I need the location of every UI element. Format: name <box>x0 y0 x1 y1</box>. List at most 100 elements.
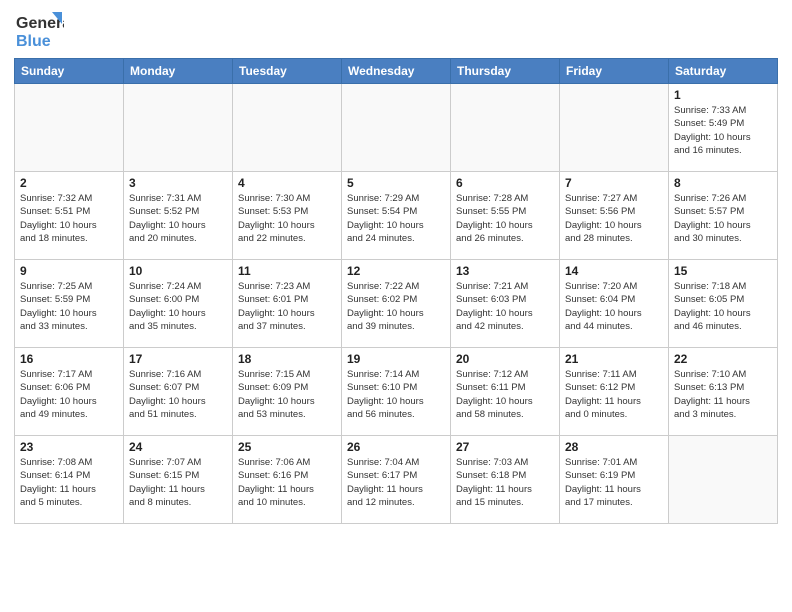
day-cell: 8Sunrise: 7:26 AM Sunset: 5:57 PM Daylig… <box>669 172 778 260</box>
day-header-wednesday: Wednesday <box>342 59 451 84</box>
day-header-friday: Friday <box>560 59 669 84</box>
day-cell: 2 Sunrise: 7:32 AM Sunset: 5:51 PM Daylig… <box>15 172 124 260</box>
day-number: 20 <box>456 352 554 366</box>
day-number: 28 <box>565 440 663 454</box>
day-info: Sunrise: 7:11 AM Sunset: 6:12 PM Dayligh… <box>565 368 663 421</box>
day-number: 13 <box>456 264 554 278</box>
day-cell: 6 Sunrise: 7:28 AM Sunset: 5:55 PM Daylig… <box>451 172 560 260</box>
day-cell <box>560 84 669 172</box>
day-number: 1 <box>674 88 772 102</box>
day-info: Sunrise: 7:30 AM Sunset: 5:53 PM Dayligh… <box>238 192 336 245</box>
calendar-table: SundayMondayTuesdayWednesdayThursdayFrid… <box>14 58 778 524</box>
day-info: Sunrise: 7:27 AM Sunset: 5:56 PM Dayligh… <box>565 192 663 245</box>
logo: GeneralBlue <box>14 10 64 50</box>
day-number: 6 <box>456 176 554 190</box>
day-cell: 18 Sunrise: 7:15 AM Sunset: 6:09 PM Dayli… <box>233 348 342 436</box>
week-row-1: 1 Sunrise: 7:33 AM Sunset: 5:49 PM Daylig… <box>15 84 778 172</box>
day-number: 5 <box>347 176 445 190</box>
day-cell: 5Sunrise: 7:29 AM Sunset: 5:54 PM Daylig… <box>342 172 451 260</box>
day-cell: 23Sunrise: 7:08 AM Sunset: 6:14 PM Dayli… <box>15 436 124 524</box>
header: GeneralBlue <box>14 10 778 50</box>
day-cell <box>451 84 560 172</box>
svg-text:Blue: Blue <box>16 33 51 50</box>
day-info: Sunrise: 7:08 AM Sunset: 6:14 PM Dayligh… <box>20 456 118 509</box>
day-info: Sunrise: 7:14 AM Sunset: 6:10 PM Dayligh… <box>347 368 445 421</box>
day-cell: 11 Sunrise: 7:23 AM Sunset: 6:01 PM Dayli… <box>233 260 342 348</box>
week-row-3: 9 Sunrise: 7:25 AM Sunset: 5:59 PM Daylig… <box>15 260 778 348</box>
day-cell <box>233 84 342 172</box>
day-info: Sunrise: 7:06 AM Sunset: 6:16 PM Dayligh… <box>238 456 336 509</box>
day-number: 27 <box>456 440 554 454</box>
day-cell: 27 Sunrise: 7:03 AM Sunset: 6:18 PM Dayli… <box>451 436 560 524</box>
day-info: Sunrise: 7:07 AM Sunset: 6:15 PM Dayligh… <box>129 456 227 509</box>
day-number: 17 <box>129 352 227 366</box>
day-number: 15 <box>674 264 772 278</box>
day-number: 3 <box>129 176 227 190</box>
day-cell <box>342 84 451 172</box>
day-header-tuesday: Tuesday <box>233 59 342 84</box>
day-info: Sunrise: 7:03 AM Sunset: 6:18 PM Dayligh… <box>456 456 554 509</box>
day-cell: 21 Sunrise: 7:11 AM Sunset: 6:12 PM Dayli… <box>560 348 669 436</box>
day-number: 19 <box>347 352 445 366</box>
day-cell: 4 Sunrise: 7:30 AM Sunset: 5:53 PM Daylig… <box>233 172 342 260</box>
day-cell: 19 Sunrise: 7:14 AM Sunset: 6:10 PM Dayli… <box>342 348 451 436</box>
day-cell: 14Sunrise: 7:20 AM Sunset: 6:04 PM Dayli… <box>560 260 669 348</box>
day-number: 25 <box>238 440 336 454</box>
day-info: Sunrise: 7:10 AM Sunset: 6:13 PM Dayligh… <box>674 368 772 421</box>
day-info: Sunrise: 7:15 AM Sunset: 6:09 PM Dayligh… <box>238 368 336 421</box>
day-cell: 25 Sunrise: 7:06 AM Sunset: 6:16 PM Dayli… <box>233 436 342 524</box>
day-info: Sunrise: 7:33 AM Sunset: 5:49 PM Dayligh… <box>674 104 772 157</box>
day-header-sunday: Sunday <box>15 59 124 84</box>
day-cell: 1 Sunrise: 7:33 AM Sunset: 5:49 PM Daylig… <box>669 84 778 172</box>
day-number: 22 <box>674 352 772 366</box>
week-row-2: 2 Sunrise: 7:32 AM Sunset: 5:51 PM Daylig… <box>15 172 778 260</box>
day-info: Sunrise: 7:18 AM Sunset: 6:05 PM Dayligh… <box>674 280 772 333</box>
day-cell: 24 Sunrise: 7:07 AM Sunset: 6:15 PM Dayli… <box>124 436 233 524</box>
day-cell: 13 Sunrise: 7:21 AM Sunset: 6:03 PM Dayli… <box>451 260 560 348</box>
day-cell: 3 Sunrise: 7:31 AM Sunset: 5:52 PM Daylig… <box>124 172 233 260</box>
day-info: Sunrise: 7:28 AM Sunset: 5:55 PM Dayligh… <box>456 192 554 245</box>
day-info: Sunrise: 7:16 AM Sunset: 6:07 PM Dayligh… <box>129 368 227 421</box>
day-info: Sunrise: 7:32 AM Sunset: 5:51 PM Dayligh… <box>20 192 118 245</box>
day-info: Sunrise: 7:21 AM Sunset: 6:03 PM Dayligh… <box>456 280 554 333</box>
day-info: Sunrise: 7:26 AM Sunset: 5:57 PM Dayligh… <box>674 192 772 245</box>
day-cell <box>124 84 233 172</box>
day-header-saturday: Saturday <box>669 59 778 84</box>
day-cell: 15 Sunrise: 7:18 AM Sunset: 6:05 PM Dayli… <box>669 260 778 348</box>
day-number: 7 <box>565 176 663 190</box>
day-info: Sunrise: 7:01 AM Sunset: 6:19 PM Dayligh… <box>565 456 663 509</box>
logo-svg: GeneralBlue <box>14 10 64 50</box>
page: GeneralBlue SundayMondayTuesdayWednesday… <box>0 0 792 534</box>
day-cell: 10 Sunrise: 7:24 AM Sunset: 6:00 PM Dayli… <box>124 260 233 348</box>
day-number: 14 <box>565 264 663 278</box>
day-number: 16 <box>20 352 118 366</box>
day-cell: 26 Sunrise: 7:04 AM Sunset: 6:17 PM Dayli… <box>342 436 451 524</box>
header-row: SundayMondayTuesdayWednesdayThursdayFrid… <box>15 59 778 84</box>
day-cell: 22 Sunrise: 7:10 AM Sunset: 6:13 PM Dayli… <box>669 348 778 436</box>
day-number: 4 <box>238 176 336 190</box>
day-number: 18 <box>238 352 336 366</box>
week-row-4: 16Sunrise: 7:17 AM Sunset: 6:06 PM Dayli… <box>15 348 778 436</box>
day-cell <box>669 436 778 524</box>
day-number: 24 <box>129 440 227 454</box>
day-info: Sunrise: 7:12 AM Sunset: 6:11 PM Dayligh… <box>456 368 554 421</box>
day-number: 26 <box>347 440 445 454</box>
day-info: Sunrise: 7:22 AM Sunset: 6:02 PM Dayligh… <box>347 280 445 333</box>
day-cell: 9 Sunrise: 7:25 AM Sunset: 5:59 PM Daylig… <box>15 260 124 348</box>
day-number: 10 <box>129 264 227 278</box>
day-info: Sunrise: 7:04 AM Sunset: 6:17 PM Dayligh… <box>347 456 445 509</box>
day-header-monday: Monday <box>124 59 233 84</box>
day-info: Sunrise: 7:24 AM Sunset: 6:00 PM Dayligh… <box>129 280 227 333</box>
day-info: Sunrise: 7:23 AM Sunset: 6:01 PM Dayligh… <box>238 280 336 333</box>
day-number: 11 <box>238 264 336 278</box>
day-number: 2 <box>20 176 118 190</box>
day-cell: 28 Sunrise: 7:01 AM Sunset: 6:19 PM Dayli… <box>560 436 669 524</box>
day-info: Sunrise: 7:31 AM Sunset: 5:52 PM Dayligh… <box>129 192 227 245</box>
week-row-5: 23Sunrise: 7:08 AM Sunset: 6:14 PM Dayli… <box>15 436 778 524</box>
day-number: 12 <box>347 264 445 278</box>
day-cell: 7 Sunrise: 7:27 AM Sunset: 5:56 PM Daylig… <box>560 172 669 260</box>
logo-area: GeneralBlue <box>14 10 64 50</box>
day-info: Sunrise: 7:25 AM Sunset: 5:59 PM Dayligh… <box>20 280 118 333</box>
day-number: 21 <box>565 352 663 366</box>
day-number: 9 <box>20 264 118 278</box>
